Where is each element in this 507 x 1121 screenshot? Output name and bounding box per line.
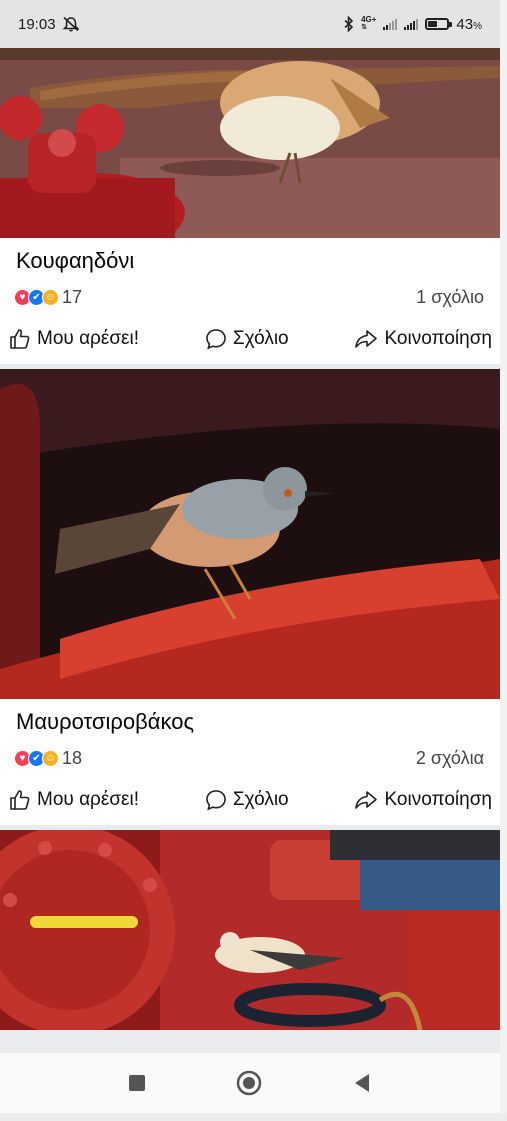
signal-strength-icon-1 <box>383 18 398 30</box>
reactions-summary[interactable]: ♥ ✔ ☺ 17 <box>14 287 82 308</box>
reaction-count: 17 <box>62 286 83 307</box>
like-label: Μου αρέσει! <box>37 328 140 349</box>
screen-edge-right <box>500 0 507 1121</box>
share-button[interactable]: Κοινοποίηση <box>353 788 492 812</box>
post-photo[interactable] <box>0 369 500 699</box>
network-type-label: 4G+ <box>361 15 377 24</box>
post-actions: Μου αρέσει! Σχόλιο Κοινοποίηση <box>0 775 500 825</box>
share-label: Κοινοποίηση <box>384 328 492 349</box>
comment-count[interactable]: 2 σχόλια <box>416 748 484 769</box>
notifications-off-icon <box>62 16 79 32</box>
comment-bubble-icon <box>206 790 226 811</box>
signal-strength-icon-2 <box>404 18 419 30</box>
feed[interactable]: Κουφαηδόνι ♥ ✔ ☺ 17 1 σχόλιο Μου αρέσει!… <box>0 48 500 1030</box>
comment-label: Σχόλιο <box>232 789 289 810</box>
like-label: Μου αρέσει! <box>37 789 140 810</box>
post-meta: ♥ ✔ ☺ 18 2 σχόλια <box>0 741 500 775</box>
reaction-icons: ♥ ✔ ☺ <box>14 749 59 767</box>
post-card: Κουφαηδόνι ♥ ✔ ☺ 17 1 σχόλιο Μου αρέσει!… <box>0 48 500 364</box>
comment-button[interactable]: Σχόλιο <box>204 327 289 351</box>
like-button[interactable]: Μου αρέσει! <box>8 788 139 812</box>
post-title[interactable]: Μαυροτσιροβάκος <box>0 699 500 741</box>
post-meta: ♥ ✔ ☺ 17 1 σχόλιο <box>0 280 500 314</box>
share-button[interactable]: Κοινοποίηση <box>353 327 492 351</box>
network-indicator: 4G+ ⇅ <box>361 16 376 32</box>
post-card <box>0 830 500 1030</box>
home-circle-icon[interactable] <box>235 1069 263 1097</box>
care-icon: ☺ <box>42 749 59 767</box>
battery-icon <box>425 18 453 30</box>
back-triangle-icon[interactable] <box>351 1072 373 1094</box>
bluetooth-icon <box>344 16 354 32</box>
screen-edge-bottom <box>0 1113 507 1121</box>
post-card: Μαυροτσιροβάκος ♥ ✔ ☺ 18 2 σχόλια Μου αρ… <box>0 369 500 825</box>
recents-square-icon[interactable] <box>127 1073 147 1093</box>
post-actions: Μου αρέσει! Σχόλιο Κοινοποίηση <box>0 314 500 364</box>
system-navigation-bar <box>0 1053 500 1113</box>
clock: 19:03 <box>18 15 56 33</box>
post-photo[interactable] <box>0 48 500 238</box>
comment-bubble-icon <box>206 329 226 350</box>
status-right: 4G+ ⇅ 43% <box>344 16 482 33</box>
comment-label: Σχόλιο <box>232 328 289 349</box>
status-left: 19:03 <box>18 16 80 33</box>
reaction-count: 18 <box>62 747 83 768</box>
thumbs-up-icon <box>10 790 30 810</box>
status-bar: 19:03 4G+ ⇅ 43% <box>0 0 500 48</box>
battery-level: 43% <box>456 15 482 33</box>
post-title[interactable]: Κουφαηδόνι <box>0 238 500 280</box>
comment-button[interactable]: Σχόλιο <box>204 788 289 812</box>
data-arrows-icon: ⇅ <box>361 24 367 31</box>
share-arrow-icon <box>355 330 378 348</box>
reaction-icons: ♥ ✔ ☺ <box>14 288 59 306</box>
comment-count[interactable]: 1 σχόλιο <box>416 287 484 308</box>
share-label: Κοινοποίηση <box>384 789 492 810</box>
like-button[interactable]: Μου αρέσει! <box>8 327 139 351</box>
reactions-summary[interactable]: ♥ ✔ ☺ 18 <box>14 748 82 769</box>
thumbs-up-icon <box>10 329 30 349</box>
post-photo[interactable] <box>0 830 500 1030</box>
share-arrow-icon <box>355 791 378 809</box>
care-icon: ☺ <box>42 288 59 306</box>
